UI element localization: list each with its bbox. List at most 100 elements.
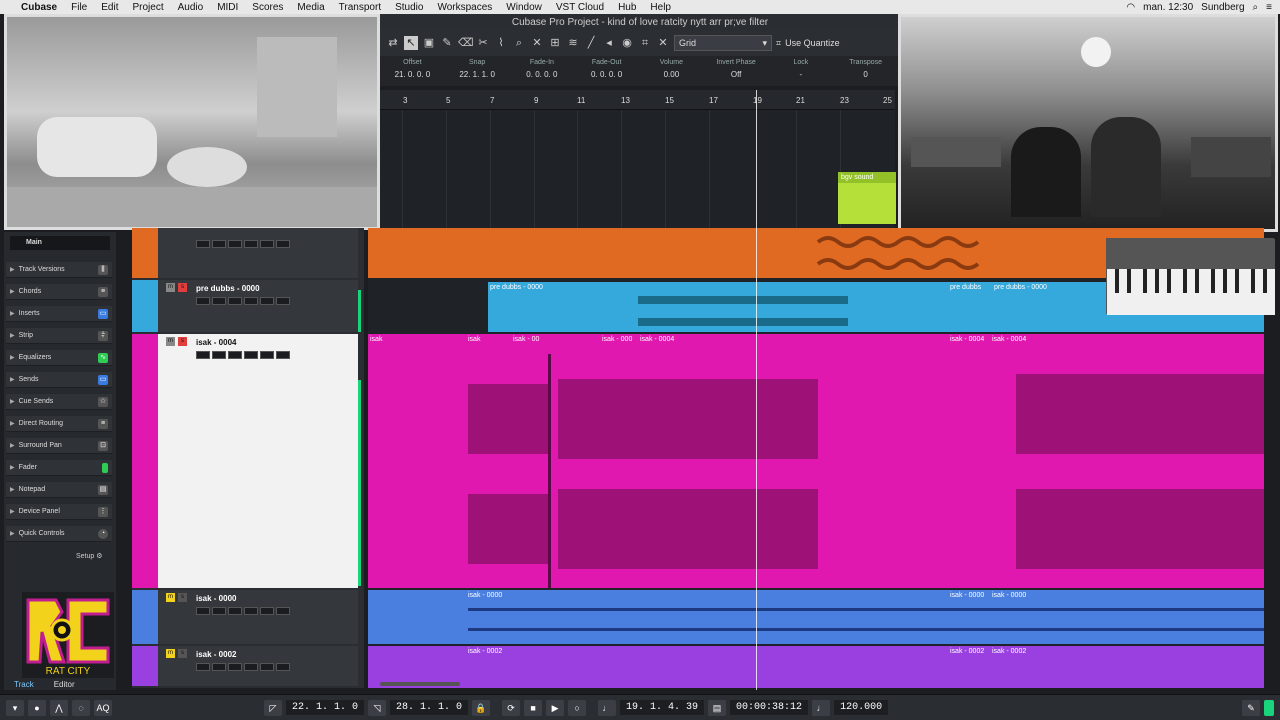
record-mode-icon[interactable]: ● <box>28 699 46 716</box>
menubar-user[interactable]: Sundberg <box>1201 2 1244 13</box>
lane-isak-0000[interactable]: isak - 0000 isak - 0000 isak - 0000 <box>368 590 1264 644</box>
track-name[interactable]: isak - 0000 <box>196 594 236 603</box>
track-header-isak-0000[interactable]: m s isak - 0000 <box>132 590 358 644</box>
track-header-pre-dubbs[interactable]: m s pre dubbs - 0000 <box>132 280 358 332</box>
tab-track[interactable]: Track <box>4 680 44 690</box>
solo-button[interactable]: s <box>178 649 187 658</box>
menu-edit[interactable]: Edit <box>94 2 125 13</box>
mute-tool-icon[interactable]: ✕ <box>530 36 544 50</box>
split-tool-icon[interactable]: ✂ <box>476 36 490 50</box>
menu-midi[interactable]: MIDI <box>210 2 245 13</box>
stop-button[interactable]: ■ <box>524 699 543 716</box>
inspector-quick-controls[interactable]: ▶ Quick Controls ◔ <box>6 526 112 542</box>
snap-toggle-icon[interactable]: ⌗ <box>638 36 652 50</box>
inspector-sends[interactable]: ▶ Sends ▭ <box>6 372 112 388</box>
cycle-button[interactable]: ⟳ <box>502 699 521 716</box>
mute-button[interactable]: m <box>166 283 175 292</box>
lock-icon[interactable]: 🔒 <box>472 699 491 716</box>
menu-media[interactable]: Media <box>290 2 331 13</box>
inspector-surround-pan[interactable]: ▶ Surround Pan ⊡ <box>6 438 112 454</box>
info-offset[interactable]: Offset 21. 0. 0. 0 <box>380 56 445 86</box>
inspector-direct-routing[interactable]: ▶ Direct Routing ≡ <box>6 416 112 432</box>
info-lock[interactable]: Lock - <box>769 56 834 86</box>
track-name[interactable]: pre dubbs - 0000 <box>196 284 260 293</box>
menu-audio[interactable]: Audio <box>171 2 211 13</box>
wifi-icon[interactable]: ◠ <box>1126 2 1135 13</box>
horizontal-scrollbar[interactable] <box>380 682 460 686</box>
menu-workspaces[interactable]: Workspaces <box>430 2 499 13</box>
menu-project[interactable]: Project <box>125 2 170 13</box>
track-header-isak-0002[interactable]: m s isak - 0002 <box>132 646 358 686</box>
track-name[interactable]: isak - 0004 <box>196 338 236 347</box>
info-fade-out[interactable]: Fade-Out 0. 0. 0. 0 <box>574 56 639 86</box>
upper-track-area[interactable] <box>380 110 895 228</box>
right-locator-icon[interactable]: ◹ <box>368 699 387 716</box>
timeline-ruler[interactable]: 3 5 7 9 11 13 15 17 19 21 23 25 <box>380 90 895 110</box>
draw-tool-icon[interactable]: ✎ <box>440 36 454 50</box>
inspector-fader[interactable]: ▶ Fader <box>6 460 112 476</box>
track-header-isak-0004[interactable]: m s isak - 0004 <box>132 334 358 588</box>
autoscroll-icon[interactable]: ⇄ <box>386 36 400 50</box>
info-transpose[interactable]: Transpose 0 <box>833 56 898 86</box>
tempo-value[interactable]: 120.000 <box>834 700 889 715</box>
menubar-clock[interactable]: man. 12:30 <box>1143 2 1193 13</box>
left-locator-icon[interactable]: ◸ <box>264 699 282 716</box>
time-format-icon[interactable]: ▤ <box>708 699 727 716</box>
use-quantize-select[interactable]: ⌗ Use Quantize <box>776 38 840 49</box>
position-time[interactable]: 00:00:38:12 <box>730 700 809 715</box>
inspector-strip[interactable]: ▶ Strip ⫩ <box>6 328 112 344</box>
menu-help[interactable]: Help <box>643 2 678 13</box>
lane-isak-0004[interactable]: isak isak isak - 00 isak - 000 isak - 00… <box>368 334 1264 588</box>
menu-transport[interactable]: Transport <box>332 2 388 13</box>
mute-button[interactable]: m <box>166 337 175 346</box>
play-tool-icon[interactable]: ◂ <box>602 36 616 50</box>
comp-tool-icon[interactable]: ⊞ <box>548 36 562 50</box>
inspector-setup[interactable]: Setup ⚙ <box>76 552 103 560</box>
search-icon[interactable]: ⌕ <box>1253 2 1259 13</box>
menu-studio[interactable]: Studio <box>388 2 430 13</box>
solo-button[interactable]: s <box>178 337 187 346</box>
menu-scores[interactable]: Scores <box>245 2 290 13</box>
time-warp-tool-icon[interactable]: ≋ <box>566 36 580 50</box>
position-bars[interactable]: 19. 1. 4. 39 <box>620 700 705 715</box>
marker-icon[interactable]: ▾ <box>6 699 24 716</box>
inspector-notepad[interactable]: ▶ Notepad ▤ <box>6 482 112 498</box>
erase-tool-icon[interactable]: ⌫ <box>458 36 474 50</box>
play-button[interactable]: ▶ <box>546 699 565 716</box>
solo-button[interactable]: s <box>178 283 187 292</box>
object-select-tool-icon[interactable]: ↖ <box>404 36 418 50</box>
audio-event-bgv-sound[interactable]: bgv sound <box>838 172 896 224</box>
menu-file[interactable]: File <box>64 2 94 13</box>
info-fade-in[interactable]: Fade-In 0. 0. 0. 0 <box>510 56 575 86</box>
right-locator-value[interactable]: 28. 1. 1. 0 <box>390 700 469 715</box>
inspector-main-label[interactable]: Main <box>10 236 110 250</box>
metronome-icon[interactable]: ♩ <box>598 699 617 716</box>
mute-button[interactable]: m <box>166 649 175 658</box>
cycle-mode-icon[interactable]: ◌ <box>72 699 90 716</box>
menu-window[interactable]: Window <box>499 2 549 13</box>
info-invert-phase[interactable]: Invert Phase Off <box>704 56 769 86</box>
info-snap[interactable]: Snap 22. 1. 1. 0 <box>445 56 510 86</box>
zoom-tool-icon[interactable]: ⌕ <box>512 36 526 50</box>
menu-cubase[interactable]: Cubase <box>14 2 64 13</box>
auto-quantize-button[interactable]: AQ <box>94 699 112 716</box>
playback-cursor[interactable] <box>756 90 757 690</box>
lane-isak-0002[interactable]: isak - 0002 isak - 0002 isak - 0002 <box>368 646 1264 688</box>
tab-editor[interactable]: Editor <box>44 680 85 690</box>
menu-hub[interactable]: Hub <box>611 2 643 13</box>
left-locator-value[interactable]: 22. 1. 1. 0 <box>286 700 365 715</box>
mute-button[interactable]: m <box>166 593 175 602</box>
track-header-orange[interactable] <box>132 228 358 278</box>
inspector-equalizers[interactable]: ▶ Equalizers ∿ <box>6 350 112 366</box>
snap-mode-icon[interactable]: ✕ <box>656 36 670 50</box>
info-volume[interactable]: Volume 0.00 <box>639 56 704 86</box>
menu-list-icon[interactable]: ≡ <box>1266 2 1272 13</box>
record-button[interactable]: ○ <box>568 699 587 716</box>
inspector-cue-sends[interactable]: ▶ Cue Sends ☆ <box>6 394 112 410</box>
track-name[interactable]: isak - 0002 <box>196 650 236 659</box>
range-tool-icon[interactable]: ▣ <box>422 36 436 50</box>
inspector-inserts[interactable]: ▶ Inserts ▭ <box>6 306 112 322</box>
inspector-chords[interactable]: ▶ Chords ≡ <box>6 284 112 300</box>
solo-button[interactable]: s <box>178 593 187 602</box>
menu-vst-cloud[interactable]: VST Cloud <box>549 2 611 13</box>
